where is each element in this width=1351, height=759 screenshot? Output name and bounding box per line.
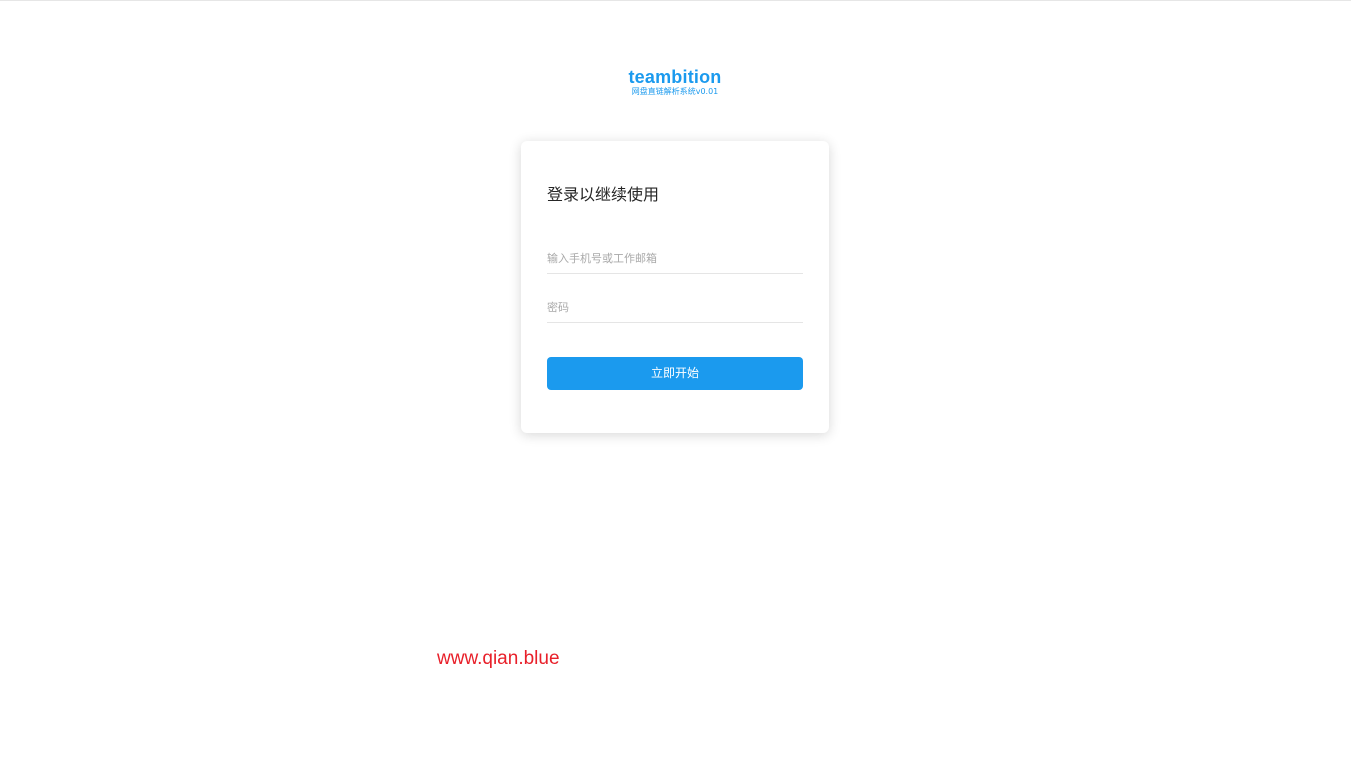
top-border <box>0 0 1351 1</box>
watermark-text: www.qian.blue <box>437 648 560 669</box>
password-field <box>547 292 803 323</box>
start-button[interactable]: 立即开始 <box>547 357 803 390</box>
brand-logo: teambition 网盘直链解析系统v0.01 <box>575 66 775 97</box>
logo-wordmark: teambition <box>628 67 722 87</box>
account-input[interactable] <box>547 243 803 273</box>
account-field <box>547 243 803 274</box>
login-card: 登录以继续使用 立即开始 <box>521 141 829 433</box>
login-title: 登录以继续使用 <box>547 185 660 204</box>
logo-subtitle: 网盘直链解析系统v0.01 <box>631 87 719 96</box>
password-input[interactable] <box>547 292 803 322</box>
